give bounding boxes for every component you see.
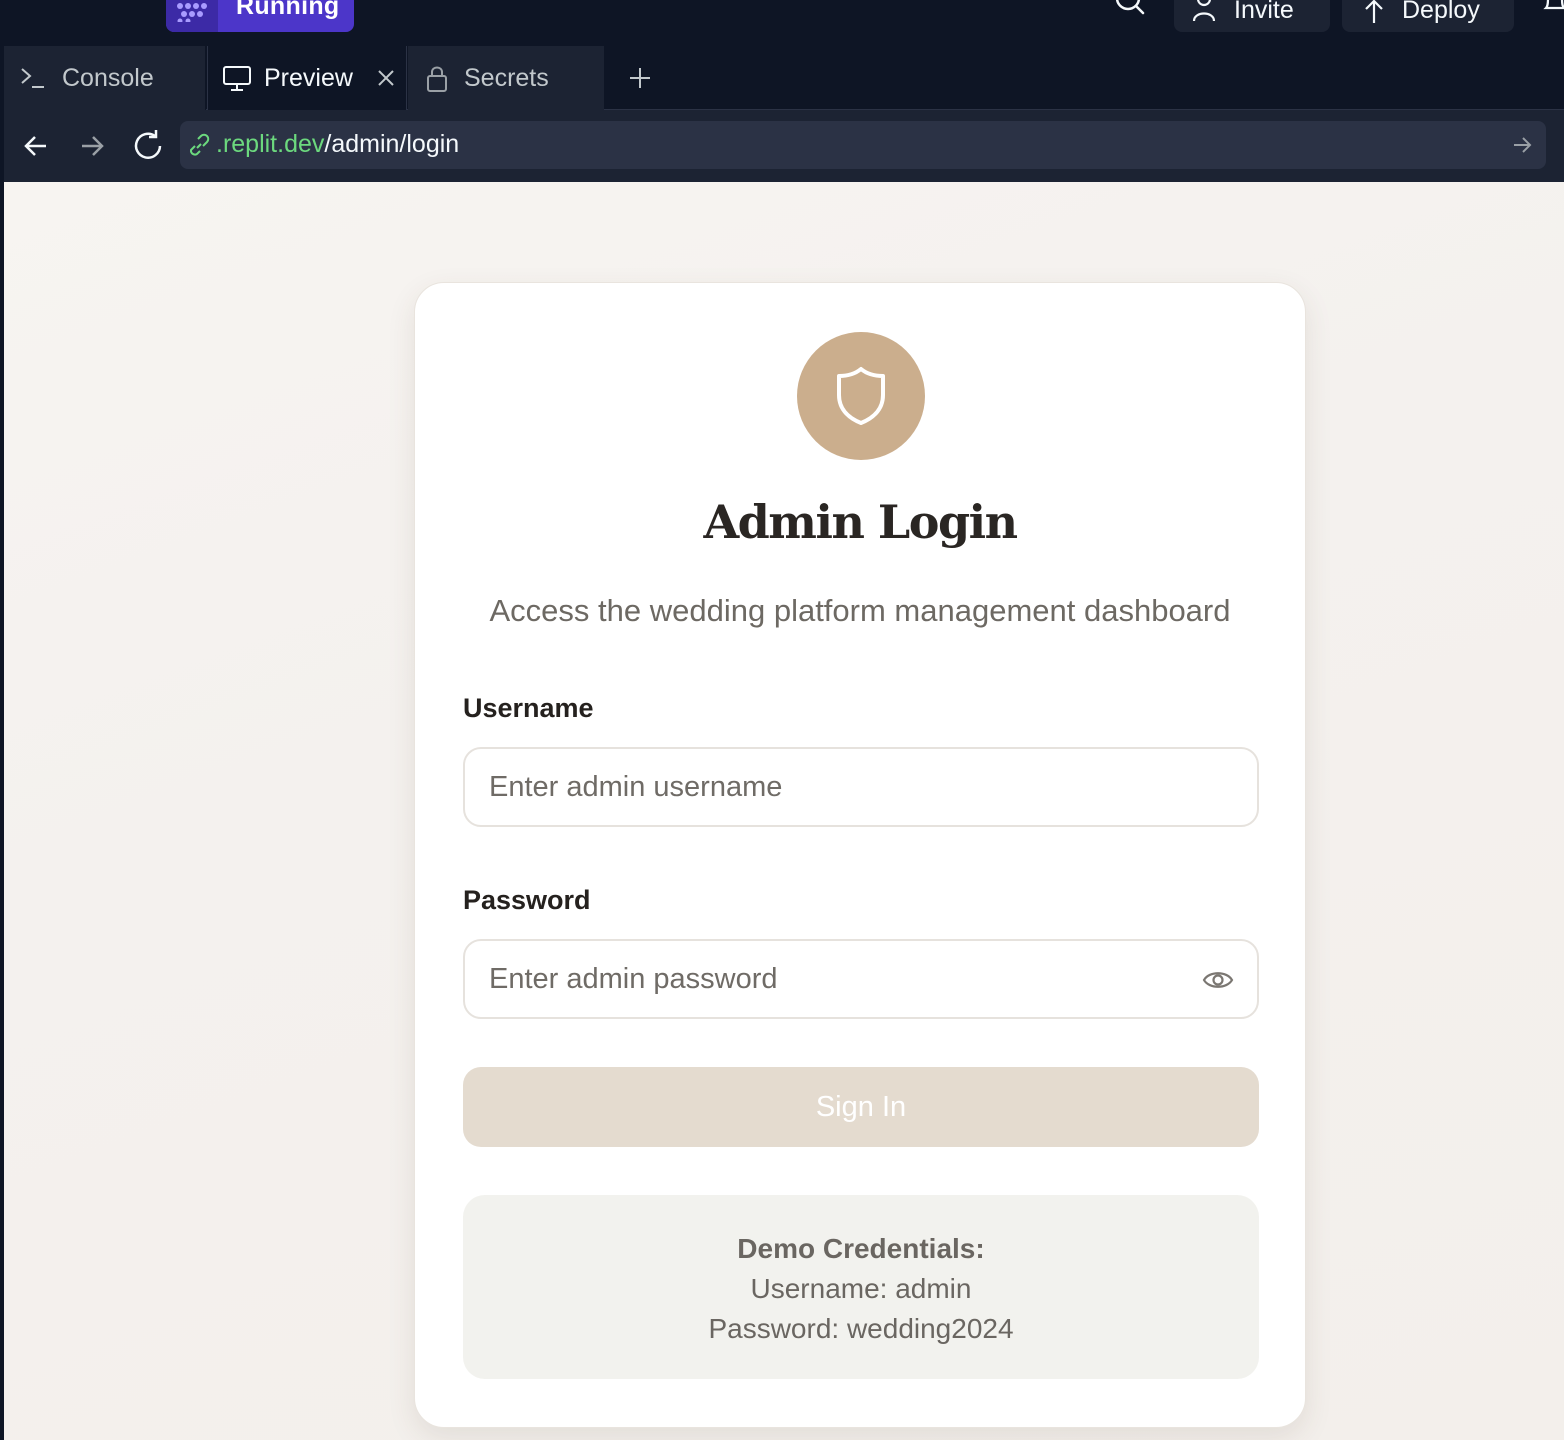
- url-text: .replit.dev/admin/login: [216, 130, 459, 159]
- run-button[interactable]: Running: [166, 0, 354, 32]
- search-icon[interactable]: [1112, 0, 1148, 22]
- plus-icon[interactable]: [622, 60, 658, 96]
- username-input[interactable]: [489, 749, 1189, 825]
- demo-username: Username: admin: [750, 1273, 972, 1304]
- link-icon: [186, 133, 212, 159]
- close-icon[interactable]: [374, 66, 398, 90]
- invite-label: Invite: [1234, 0, 1294, 24]
- forward-arrow-icon[interactable]: [74, 128, 110, 164]
- pane-tab-bar: Console Preview Secrets: [4, 46, 1564, 110]
- url-domain: .replit.dev: [216, 130, 325, 158]
- terminal-icon: [18, 63, 48, 93]
- tab-console[interactable]: Console: [4, 46, 206, 110]
- password-label: Password: [463, 885, 591, 915]
- url-bar[interactable]: .replit.dev/admin/login: [180, 121, 1546, 169]
- shield-badge: [797, 332, 925, 460]
- tab-preview-label: Preview: [264, 63, 353, 92]
- run-label: Running: [236, 0, 340, 20]
- tab-preview[interactable]: Preview: [207, 46, 407, 110]
- shield-icon: [837, 367, 885, 425]
- deploy-label: Deploy: [1402, 0, 1480, 24]
- password-input[interactable]: [489, 941, 1189, 1017]
- deploy-button[interactable]: Deploy: [1342, 0, 1514, 32]
- deploy-icon: [1360, 0, 1388, 23]
- tab-console-label: Console: [62, 63, 154, 92]
- password-field-wrapper: [463, 939, 1259, 1019]
- username-label: Username: [463, 693, 594, 723]
- eye-icon[interactable]: [1201, 963, 1235, 997]
- demo-credentials-box: Demo Credentials: Username: admin Passwo…: [463, 1195, 1259, 1379]
- monitor-icon: [222, 63, 252, 93]
- login-card: Admin Login Access the wedding platform …: [414, 282, 1306, 1428]
- replit-logo-icon: [166, 0, 218, 32]
- add-user-icon: [1192, 0, 1220, 23]
- tab-secrets-label: Secrets: [464, 63, 549, 92]
- demo-credentials-heading: Demo Credentials:: [737, 1233, 985, 1264]
- reload-icon[interactable]: [130, 128, 166, 164]
- url-path: /admin/login: [324, 130, 460, 158]
- username-field-wrapper: [463, 747, 1259, 827]
- go-arrow-icon[interactable]: [1510, 133, 1534, 157]
- lock-icon: [422, 63, 452, 93]
- page-title: Admin Login: [703, 495, 1018, 549]
- page-subtitle: Access the wedding platform management d…: [489, 593, 1231, 628]
- preview-viewport: Admin Login Access the wedding platform …: [4, 182, 1564, 1440]
- tab-secrets[interactable]: Secrets: [408, 46, 604, 110]
- workspace-header: Running Invite Deploy: [0, 0, 1564, 46]
- preview-address-bar: .replit.dev/admin/login: [4, 110, 1564, 182]
- back-arrow-icon[interactable]: [18, 128, 54, 164]
- demo-password: Password: wedding2024: [708, 1313, 1014, 1344]
- bell-icon[interactable]: [1540, 0, 1564, 18]
- sign-in-button[interactable]: Sign In: [463, 1067, 1259, 1147]
- invite-button[interactable]: Invite: [1174, 0, 1330, 32]
